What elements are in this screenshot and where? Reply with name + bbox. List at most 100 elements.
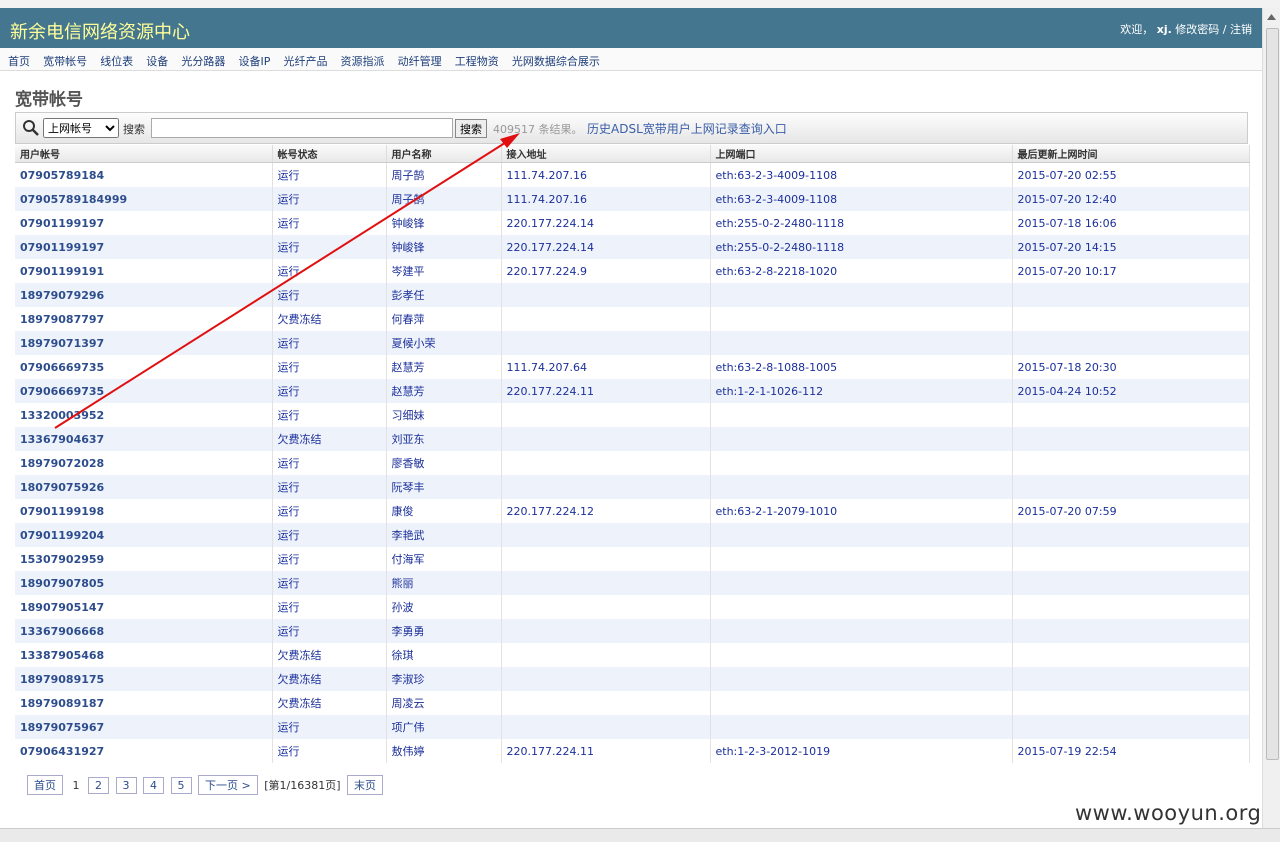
search-button[interactable]: 搜索 <box>455 119 487 138</box>
cell-account[interactable]: 18979089187 <box>15 691 273 715</box>
cell-username: 赵慧芳 <box>386 355 502 379</box>
table-row[interactable]: 07901199204 运行 李艳武 <box>15 523 1250 547</box>
cell-account[interactable]: 07901199197 <box>15 235 273 259</box>
cell-account[interactable]: 07901199204 <box>15 523 273 547</box>
cell-account[interactable]: 07905789184999 <box>15 187 273 211</box>
cell-account[interactable]: 18979087797 <box>15 307 273 331</box>
nav-device-ip[interactable]: 设备IP <box>238 53 270 69</box>
pager-page-3[interactable]: 3 <box>115 777 137 794</box>
cell-account[interactable]: 07901199198 <box>15 499 273 523</box>
pager-current: 1 <box>72 779 80 792</box>
search-input[interactable] <box>151 118 453 138</box>
cell-access-address <box>501 571 711 595</box>
table-row[interactable]: 18979089175 欠费冻结 李淑珍 <box>15 667 1250 691</box>
change-password-link[interactable]: 修改密码 <box>1175 23 1219 36</box>
cell-account[interactable]: 07901199197 <box>15 211 273 235</box>
pager-page-5[interactable]: 5 <box>170 777 192 794</box>
col-header-account[interactable]: 用户帐号 <box>15 145 273 163</box>
cell-access-address <box>501 451 711 475</box>
table-row[interactable]: 18907907805 运行 熊丽 <box>15 571 1250 595</box>
cell-username: 李勇勇 <box>386 619 502 643</box>
nav-optical-network-dashboard[interactable]: 光网数据综合展示 <box>512 53 600 69</box>
table-row[interactable]: 07906669735 运行 赵慧芳 111.74.207.64 eth:63-2-8-… <box>15 355 1250 379</box>
nav-fiber-management[interactable]: 动纤管理 <box>398 53 442 69</box>
search-field-select[interactable]: 上网帐号 <box>43 118 119 138</box>
col-header-username[interactable]: 用户名称 <box>386 145 502 163</box>
cell-account[interactable]: 18979089175 <box>15 667 273 691</box>
table-body: 07905789184 运行 周子鹄 111.74.207.16 eth:63-2-3-… <box>15 162 1250 763</box>
table-row[interactable]: 13387905468 欠费冻结 徐琪 <box>15 643 1250 667</box>
table-row[interactable]: 18079075926 运行 阮琴丰 <box>15 475 1250 499</box>
col-header-access-address[interactable]: 接入地址 <box>501 145 711 163</box>
nav-resource-assign[interactable]: 资源指派 <box>341 53 385 69</box>
cell-account[interactable]: 13320003952 <box>15 403 273 427</box>
cell-port <box>710 331 1013 355</box>
main-nav: 首页 宽带帐号 线位表 设备 光分路器 设备IP 光纤产品 资源指派 动纤管理 … <box>0 48 1262 71</box>
cell-account[interactable]: 07905789184 <box>15 162 273 187</box>
table-row[interactable]: 18979072028 运行 廖香敏 <box>15 451 1250 475</box>
table-row[interactable]: 18979075967 运行 项广伟 <box>15 715 1250 739</box>
cell-access-address: 111.74.207.16 <box>501 187 711 211</box>
cell-account[interactable]: 18907905147 <box>15 595 273 619</box>
table-row[interactable]: 18907905147 运行 孙波 <box>15 595 1250 619</box>
cell-account[interactable]: 07906431927 <box>15 739 273 763</box>
cell-account[interactable]: 07901199191 <box>15 259 273 283</box>
table-row[interactable]: 07901199198 运行 康俊 220.177.224.12 eth:63-2-1-… <box>15 499 1250 523</box>
table-row[interactable]: 07906431927 运行 敖伟婷 220.177.224.11 eth:1-2-3-… <box>15 739 1250 763</box>
col-header-last-online[interactable]: 最后更新上网时间 <box>1012 145 1250 163</box>
cell-account[interactable]: 07906669735 <box>15 355 273 379</box>
nav-device[interactable]: 设备 <box>146 53 168 69</box>
table-row[interactable]: 18979071397 运行 夏候小荣 <box>15 331 1250 355</box>
scrollbar-thumb[interactable] <box>1266 28 1279 760</box>
cell-account[interactable]: 13367904637 <box>15 427 273 451</box>
cell-status: 运行 <box>272 283 387 307</box>
table-row[interactable]: 18979089187 欠费冻结 周凌云 <box>15 691 1250 715</box>
table-row[interactable]: 07905789184 运行 周子鹄 111.74.207.16 eth:63-2-3-… <box>15 162 1250 187</box>
table-row[interactable]: 18979087797 欠费冻结 何春萍 <box>15 307 1250 331</box>
pager-page-4[interactable]: 4 <box>143 777 164 794</box>
history-adsl-link[interactable]: 历史ADSL宽带用户上网记录查询入口 <box>587 120 787 137</box>
cell-account[interactable]: 13367906668 <box>15 619 273 643</box>
nav-fiber-product[interactable]: 光纤产品 <box>283 53 327 69</box>
cell-account[interactable]: 18979071397 <box>15 331 273 355</box>
nav-line-table[interactable]: 线位表 <box>100 53 133 69</box>
cell-last-online <box>1012 715 1250 739</box>
cell-status: 欠费冻结 <box>272 643 387 667</box>
pager-page-2[interactable]: 2 <box>88 777 109 794</box>
pager-last[interactable]: 末页 <box>347 775 383 795</box>
nav-optical-splitter[interactable]: 光分路器 <box>181 53 225 69</box>
cell-access-address <box>501 307 711 331</box>
table-row[interactable]: 13367904637 欠费冻结 刘亚东 <box>15 427 1250 451</box>
table-row[interactable]: 07901199191 运行 岑建平 220.177.224.9 eth:63-2-8-… <box>15 259 1250 283</box>
cell-account[interactable]: 18907907805 <box>15 571 273 595</box>
table-row[interactable]: 07901199197 运行 钟峻锋 220.177.224.14 eth:255-0-… <box>15 211 1250 235</box>
cell-account[interactable]: 07906669735 <box>15 379 273 403</box>
logout-link[interactable]: 注销 <box>1230 23 1252 36</box>
cell-account[interactable]: 18979079296 <box>15 283 273 307</box>
cell-account[interactable]: 13387905468 <box>15 643 273 667</box>
cell-account[interactable]: 18079075926 <box>15 475 273 499</box>
table-row[interactable]: 07906669735 运行 赵慧芳 220.177.224.11 eth:1-2-1-… <box>15 379 1250 403</box>
nav-broadband-account[interactable]: 宽带帐号 <box>43 53 87 69</box>
cell-account[interactable]: 18979072028 <box>15 451 273 475</box>
col-header-status[interactable]: 帐号状态 <box>272 145 387 163</box>
table-row[interactable]: 15307902959 运行 付海军 <box>15 547 1250 571</box>
nav-home[interactable]: 首页 <box>8 53 30 69</box>
table-row[interactable]: 13320003952 运行 习细妹 <box>15 403 1250 427</box>
table-row[interactable]: 07905789184999 运行 周子鹄 111.74.207.16 eth:63-2… <box>15 187 1250 211</box>
pager-first[interactable]: 首页 <box>27 775 63 795</box>
table-header-row: 用户帐号 帐号状态 用户名称 接入地址 上网端口 最后更新上网时间 <box>15 145 1250 163</box>
scroll-up-arrow-icon[interactable] <box>1266 12 1277 22</box>
table-row[interactable]: 18979079296 运行 彭孝任 <box>15 283 1250 307</box>
nav-project-materials[interactable]: 工程物资 <box>455 53 499 69</box>
vertical-scrollbar[interactable] <box>1262 8 1280 828</box>
table-row[interactable]: 13367906668 运行 李勇勇 <box>15 619 1250 643</box>
cell-account[interactable]: 18979075967 <box>15 715 273 739</box>
cell-status: 欠费冻结 <box>272 667 387 691</box>
table-row[interactable]: 07901199197 运行 钟峻锋 220.177.224.14 eth:255-0-… <box>15 235 1250 259</box>
col-header-port[interactable]: 上网端口 <box>710 145 1013 163</box>
cell-last-online <box>1012 595 1250 619</box>
cell-status: 运行 <box>272 355 387 379</box>
pager-next[interactable]: 下一页 > <box>198 775 258 795</box>
cell-account[interactable]: 15307902959 <box>15 547 273 571</box>
